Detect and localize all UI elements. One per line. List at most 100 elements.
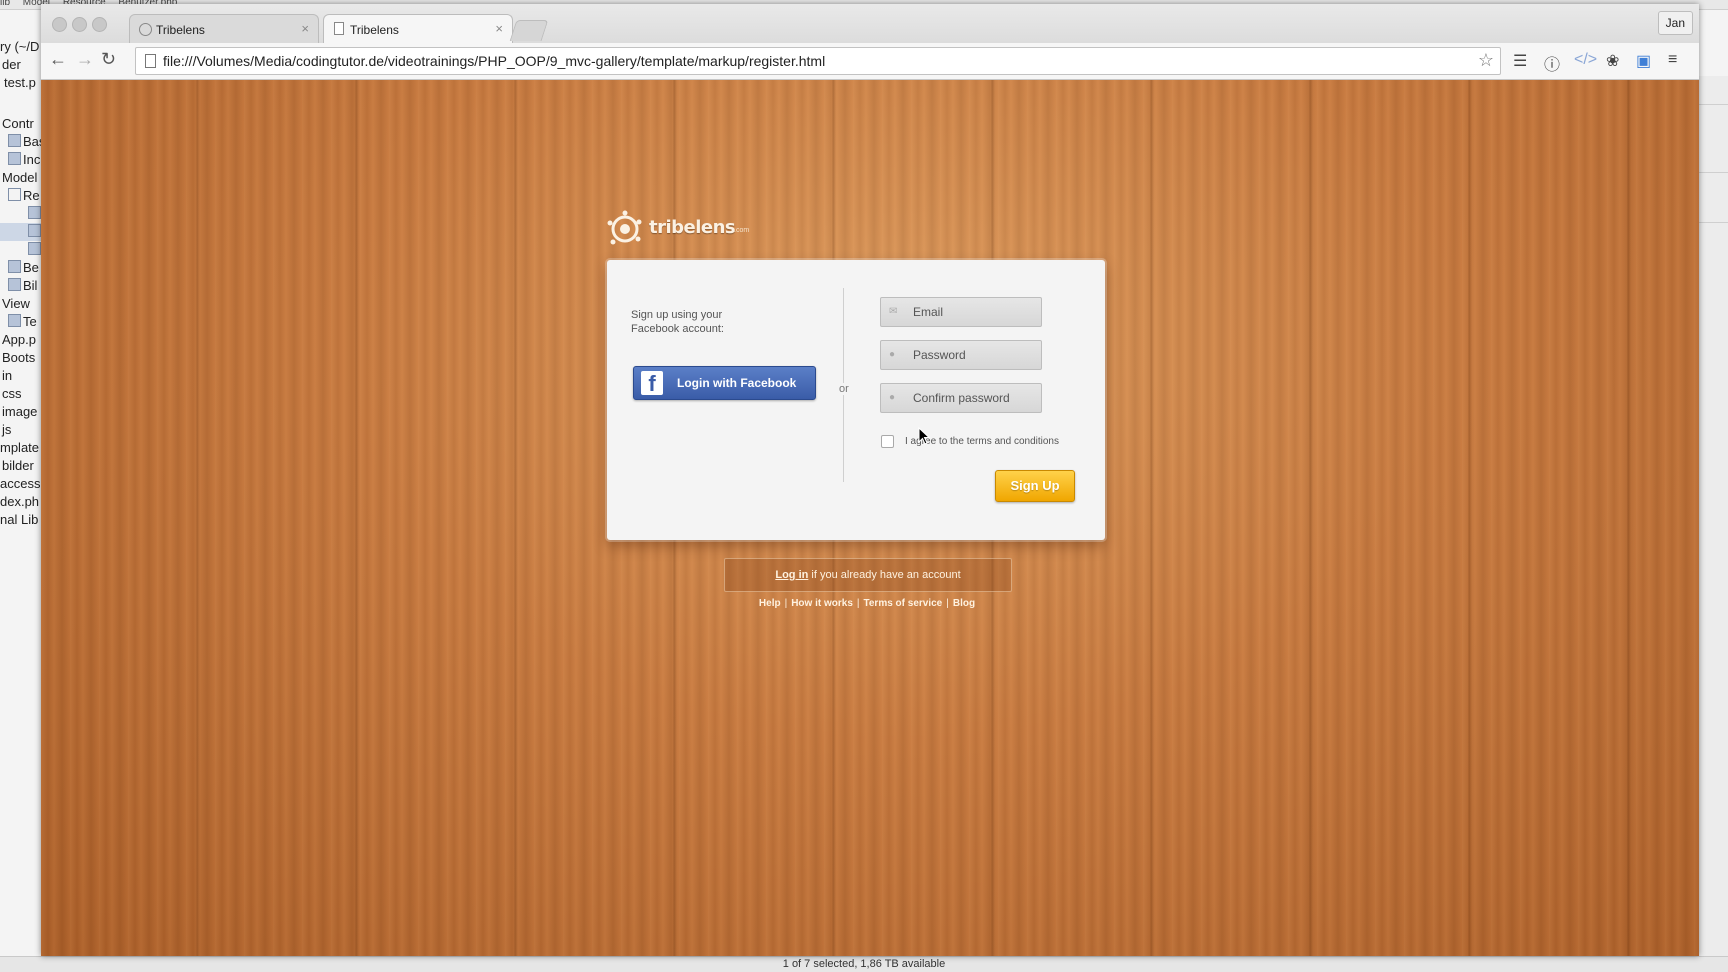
- php-file-icon: [8, 152, 21, 165]
- login-with-facebook-button[interactable]: f Login with Facebook: [633, 366, 816, 400]
- tree-item[interactable]: Re: [8, 187, 40, 205]
- envelope-icon: ✉: [889, 306, 898, 317]
- lock-icon: ●: [889, 349, 896, 360]
- tribelens-logo-icon: [607, 210, 642, 245]
- tab-close-icon[interactable]: ×: [301, 21, 309, 36]
- confirm-password-field[interactable]: ●: [880, 383, 1042, 413]
- footer-link-blog[interactable]: Blog: [953, 598, 975, 609]
- tab-title: Tribelens: [156, 23, 205, 37]
- tab-strip: Tribelens × Tribelens × Jan: [41, 4, 1699, 44]
- php-file-icon: [28, 224, 41, 237]
- forward-icon[interactable]: →: [76, 49, 94, 70]
- logo-tld: .com: [734, 227, 750, 234]
- tree-item[interactable]: ry (~/D: [0, 38, 39, 56]
- layers-icon[interactable]: ☰: [1513, 51, 1527, 71]
- php-file-icon: [8, 260, 21, 273]
- tree-item[interactable]: mplate: [0, 439, 39, 457]
- tree-item[interactable]: View: [2, 295, 30, 313]
- tree-item[interactable]: Bil: [8, 277, 37, 295]
- footer-separator: |: [946, 598, 949, 609]
- logo-wordmark: tribelens: [649, 217, 736, 238]
- login-prompt: Log in if you already have an account: [724, 558, 1012, 592]
- facebook-intro-text: Sign up using your Facebook account:: [631, 309, 724, 335]
- minimize-window-button[interactable]: [72, 17, 87, 32]
- tree-item[interactable]: nal Lib: [0, 511, 38, 529]
- login-prompt-text: if you already have an account: [808, 569, 961, 581]
- page-icon: [145, 54, 156, 68]
- tree-item[interactable]: Boots: [2, 349, 35, 367]
- password-field[interactable]: ●: [880, 340, 1042, 370]
- php-file-icon: [8, 314, 21, 327]
- tree-item[interactable]: bilder: [2, 457, 34, 475]
- page-viewport: tribelens .com Sign up using your Facebo…: [41, 80, 1699, 956]
- tree-item[interactable]: in: [2, 367, 12, 385]
- tree-item[interactable]: Inc: [8, 151, 40, 169]
- url-text[interactable]: file:///Volumes/Media/codingtutor.de/vid…: [163, 53, 825, 69]
- tree-item[interactable]: Bas: [8, 133, 41, 151]
- tree-item[interactable]: [28, 241, 41, 259]
- folder-icon: [8, 188, 21, 201]
- back-icon[interactable]: ←: [49, 49, 67, 70]
- profile-button[interactable]: Jan: [1657, 11, 1693, 35]
- tree-item[interactable]: access: [0, 475, 40, 493]
- tab-tribelens-1[interactable]: Tribelens ×: [129, 14, 319, 43]
- email-input[interactable]: [913, 303, 1033, 321]
- document-icon: [334, 22, 344, 35]
- facebook-icon: f: [641, 371, 663, 396]
- tree-item[interactable]: image: [2, 403, 37, 421]
- star-icon[interactable]: ☆: [1478, 50, 1494, 71]
- divider: [1699, 222, 1728, 223]
- panel-icon[interactable]: ▣: [1636, 51, 1651, 71]
- tree-item[interactable]: js: [2, 421, 11, 439]
- confirm-password-input[interactable]: [913, 389, 1033, 407]
- path-item[interactable]: lib: [0, 0, 10, 8]
- or-separator: or: [838, 383, 850, 395]
- footer-link-terms[interactable]: Terms of service: [864, 598, 943, 609]
- footer-link-help[interactable]: Help: [759, 598, 781, 609]
- zoom-window-button[interactable]: [92, 17, 107, 32]
- tree-item[interactable]: Model: [2, 169, 37, 187]
- tree-item[interactable]: App.p: [2, 331, 36, 349]
- tribelens-logo[interactable]: tribelens .com: [605, 209, 755, 249]
- php-file-icon: [8, 278, 21, 291]
- info-icon[interactable]: ⓘ: [1544, 51, 1560, 75]
- tree-item[interactable]: test.p: [4, 74, 36, 92]
- code-icon[interactable]: </>: [1574, 51, 1597, 69]
- tree-item[interactable]: Contr: [2, 115, 34, 133]
- footer-separator: |: [784, 598, 788, 609]
- tree-item[interactable]: css: [2, 385, 22, 403]
- lock-icon: ●: [889, 392, 896, 403]
- menu-icon[interactable]: ≡: [1668, 51, 1677, 69]
- signup-card: Sign up using your Facebook account: f L…: [607, 260, 1105, 540]
- reload-icon[interactable]: ↻: [101, 49, 116, 70]
- php-file-icon: [28, 206, 41, 219]
- finder-right-pane: [1698, 76, 1728, 956]
- email-field[interactable]: ✉: [880, 297, 1042, 327]
- tree-item[interactable]: dex.ph: [0, 493, 39, 511]
- browser-toolbar: ← → ↻ file:///Volumes/Media/codingtutor.…: [41, 43, 1699, 80]
- footer-link-how-it-works[interactable]: How it works: [791, 598, 853, 609]
- close-window-button[interactable]: [52, 17, 67, 32]
- divider: [1699, 172, 1728, 173]
- bird-icon[interactable]: ❀: [1606, 51, 1619, 71]
- tab-title: Tribelens: [350, 23, 399, 37]
- tab-close-icon[interactable]: ×: [495, 21, 503, 36]
- log-in-link[interactable]: Log in: [775, 569, 808, 581]
- facebook-button-label: Login with Facebook: [677, 376, 797, 390]
- finder-status-bar: 1 of 7 selected, 1,86 TB available: [0, 956, 1728, 972]
- tab-tribelens-2[interactable]: Tribelens ×: [323, 14, 513, 44]
- password-input[interactable]: [913, 346, 1033, 364]
- new-tab-button[interactable]: [509, 20, 549, 41]
- terms-checkbox[interactable]: [881, 435, 894, 448]
- php-file-icon: [28, 242, 41, 255]
- address-bar[interactable]: file:///Volumes/Media/codingtutor.de/vid…: [135, 47, 1501, 75]
- tree-item[interactable]: [28, 205, 41, 223]
- tree-item[interactable]: der: [2, 56, 21, 74]
- tree-item-selected[interactable]: [0, 223, 41, 241]
- mouse-cursor-icon: [918, 427, 930, 445]
- footer-separator: |: [856, 598, 860, 609]
- tree-item[interactable]: Te: [8, 313, 37, 331]
- footer-links: Help | How it works | Terms of service | Blog: [724, 598, 1010, 609]
- tree-item[interactable]: Be: [8, 259, 39, 277]
- sign-up-button[interactable]: Sign Up: [995, 470, 1075, 502]
